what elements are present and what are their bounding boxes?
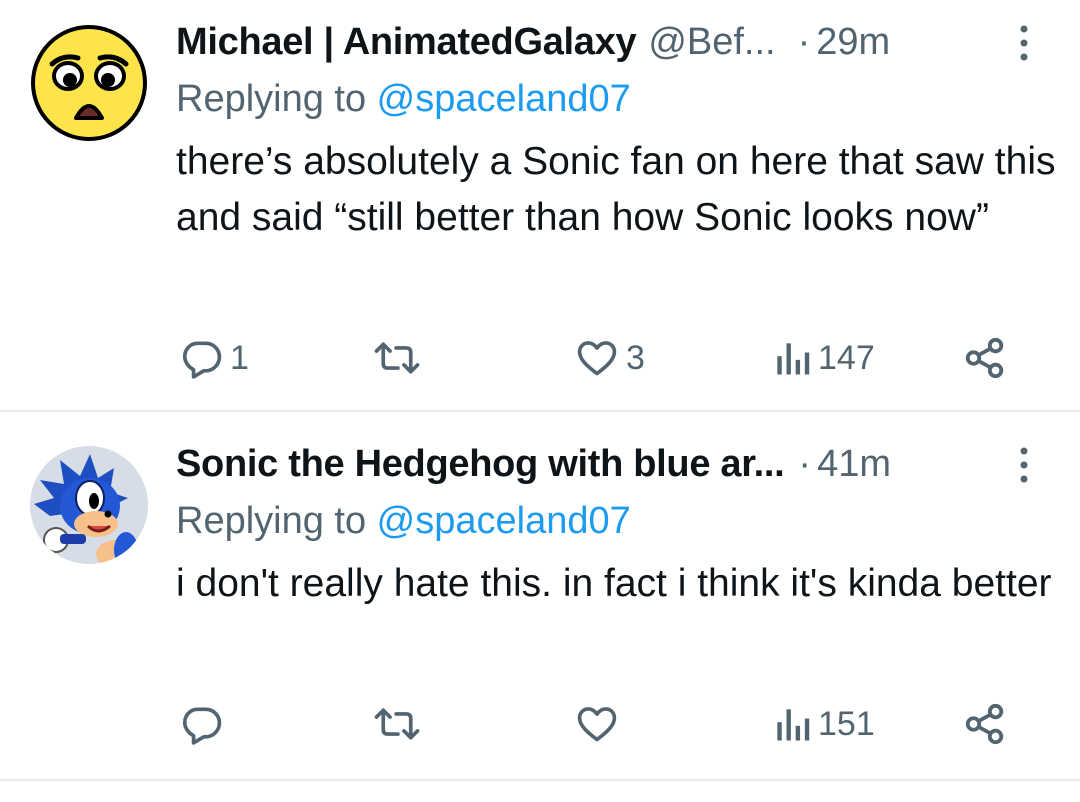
replying-to-mention[interactable]: @spaceland07 <box>377 78 631 120</box>
tweet-reply-2[interactable]: Sonic the Hedgehog with blue ar... · 41m… <box>0 412 1080 780</box>
share-button[interactable] <box>962 700 1008 748</box>
worried-face-emoji-icon <box>31 25 147 141</box>
like-count: 3 <box>626 338 645 377</box>
retweet-button[interactable] <box>372 334 428 382</box>
separator-dot: · <box>797 20 811 63</box>
like-button[interactable] <box>574 700 626 748</box>
replying-to-label: Replying to <box>176 78 377 120</box>
author-name[interactable]: Sonic the Hedgehog with blue ar... <box>176 443 785 486</box>
author-name[interactable]: Michael | AnimatedGalaxy <box>176 21 637 64</box>
replying-to-line: Replying to @spaceland07 <box>176 500 631 543</box>
tweet-header: Sonic the Hedgehog with blue ar... · 41m <box>176 434 891 494</box>
share-icon <box>965 703 1004 745</box>
heart-icon <box>577 707 617 742</box>
share-icon <box>965 337 1004 379</box>
author-handle[interactable]: @Bef... <box>648 21 775 64</box>
retweet-icon <box>374 342 420 374</box>
avatar-sonic[interactable] <box>30 446 148 564</box>
separator-dot: · <box>798 442 812 485</box>
tweet-text: there’s absolutely a Sonic fan on here t… <box>176 140 1056 239</box>
sonic-cartoon-avatar-icon <box>30 446 148 564</box>
more-icon[interactable] <box>1014 21 1034 65</box>
views-icon <box>777 709 810 741</box>
views-button[interactable]: 151 <box>772 700 875 748</box>
tweet-header: Michael | AnimatedGalaxy @Bef... · 29m <box>176 12 890 72</box>
reply-button[interactable] <box>180 700 230 748</box>
view-count: 151 <box>818 704 875 743</box>
avatar-worried-face[interactable] <box>30 24 148 142</box>
retweet-button[interactable] <box>372 700 428 748</box>
reply-icon <box>182 707 222 745</box>
tweet-reply-1[interactable]: Michael | AnimatedGalaxy @Bef... · 29m R… <box>0 0 1080 411</box>
reply-button[interactable]: 1 <box>180 334 249 382</box>
timestamp[interactable]: 29m <box>816 21 890 64</box>
retweet-icon <box>374 708 420 740</box>
more-icon[interactable] <box>1014 443 1034 487</box>
views-button[interactable]: 147 <box>772 334 875 382</box>
reply-icon <box>182 341 222 379</box>
heart-icon <box>577 341 617 376</box>
tweet-divider <box>0 779 1080 781</box>
replying-to-line: Replying to @spaceland07 <box>176 78 631 121</box>
views-icon <box>777 343 810 375</box>
view-count: 147 <box>818 338 875 377</box>
reply-count: 1 <box>230 338 249 377</box>
replying-to-mention[interactable]: @spaceland07 <box>377 500 631 542</box>
like-button[interactable]: 3 <box>574 334 645 382</box>
tweet-text: i don't really hate this. in fact i thin… <box>176 562 1052 605</box>
timestamp[interactable]: 41m <box>817 443 891 486</box>
replying-to-label: Replying to <box>176 500 377 542</box>
share-button[interactable] <box>962 334 1008 382</box>
